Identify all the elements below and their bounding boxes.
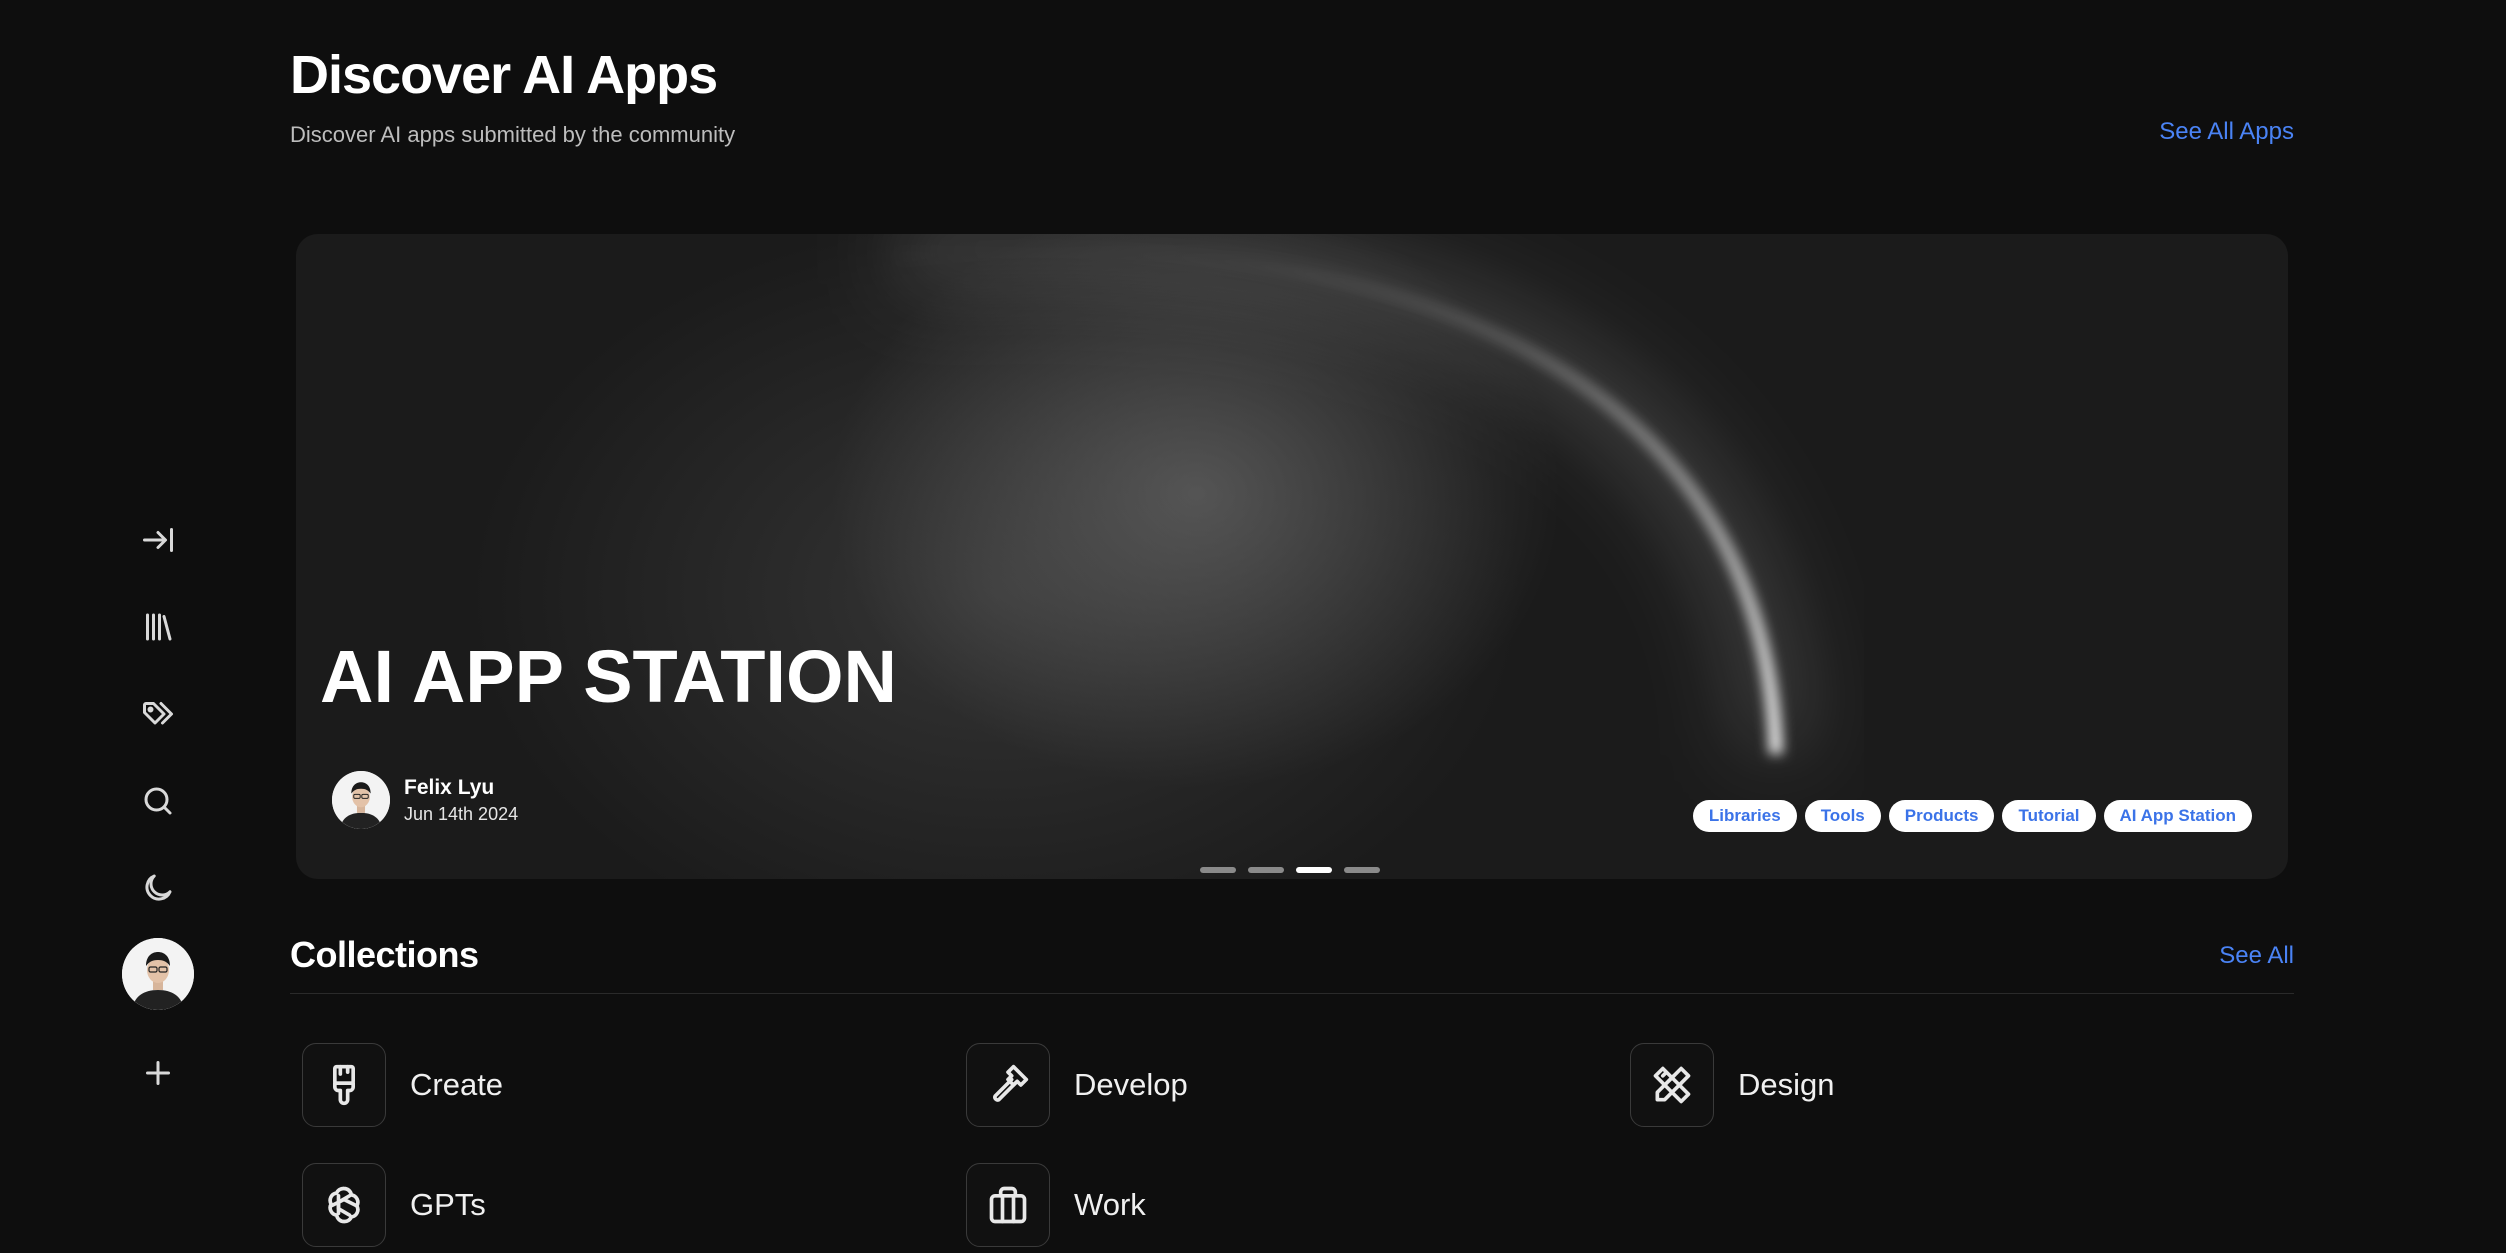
carousel-dot-3[interactable] [1296, 867, 1332, 873]
carousel-dot-4[interactable] [1344, 867, 1380, 873]
user-avatar[interactable] [122, 938, 194, 1010]
search-button[interactable] [128, 771, 188, 831]
search-icon [144, 787, 172, 815]
see-all-collections-link[interactable]: See All [2219, 942, 2294, 970]
briefcase-icon [989, 1186, 1027, 1224]
avatar-portrait [122, 938, 194, 1010]
tag-libraries[interactable]: Libraries [1692, 800, 1797, 832]
collection-design[interactable]: Design [1630, 1043, 1835, 1127]
plus-icon [146, 1061, 170, 1085]
library-button[interactable] [128, 597, 188, 657]
openai-icon [328, 1186, 360, 1224]
tags-icon [143, 702, 173, 725]
tag-tutorial[interactable]: Tutorial [2002, 800, 2096, 832]
collection-icon-box [302, 1043, 386, 1127]
hero-background-art [894, 234, 1811, 755]
divider [290, 993, 2294, 994]
carousel-dot-2[interactable] [1248, 867, 1284, 873]
collection-label: Develop [1074, 1067, 1188, 1102]
carousel-indicators [1200, 867, 1380, 873]
collection-label: Create [410, 1067, 504, 1102]
collection-create[interactable]: Create [302, 1043, 503, 1127]
collections-heading: Collections [290, 934, 479, 975]
page-title: Discover AI Apps [290, 45, 718, 105]
collection-work[interactable]: Work [966, 1163, 1146, 1247]
expand-sidebar-button[interactable] [128, 510, 188, 570]
author-avatar [332, 771, 390, 829]
pencil-ruler-icon [1653, 1066, 1691, 1104]
arrow-right-to-line-icon [143, 528, 173, 552]
tags-button[interactable] [128, 684, 188, 744]
library-icon [146, 613, 172, 641]
tag-tools[interactable]: Tools [1804, 800, 1881, 832]
publish-date: Jun 14th 2024 [404, 803, 519, 824]
author-portrait [332, 771, 390, 829]
collection-icon-box [1630, 1043, 1714, 1127]
carousel-dot-1[interactable] [1200, 867, 1236, 873]
hero-title: AI APP STATION [320, 635, 897, 718]
tag-products[interactable]: Products [1888, 800, 1995, 832]
featured-carousel[interactable]: AI APP STATION Felix Lyu Jun 14th 2024 L… [296, 234, 2288, 879]
collection-label: Design [1738, 1067, 1835, 1102]
page-subtitle: Discover AI apps submitted by the commun… [290, 122, 736, 147]
collection-label: GPTs [410, 1187, 486, 1222]
see-all-apps-link[interactable]: See All Apps [2159, 118, 2294, 146]
collection-icon-box [302, 1163, 386, 1247]
theme-toggle-button[interactable] [128, 858, 188, 918]
author-name: Felix Lyu [404, 775, 495, 799]
paintbrush-icon [333, 1064, 355, 1106]
author-info: Felix Lyu Jun 14th 2024 [332, 771, 518, 829]
sidebar [0, 0, 300, 1253]
add-button[interactable] [128, 1043, 188, 1103]
tag-list: Libraries Tools Products Tutorial AI App… [1692, 800, 2252, 832]
collection-develop[interactable]: Develop [966, 1043, 1188, 1127]
hammer-icon [993, 1064, 1029, 1102]
moon-icon [145, 874, 172, 901]
collection-label: Work [1074, 1187, 1146, 1222]
tag-ai-app-station[interactable]: AI App Station [2103, 800, 2252, 832]
collection-icon-box [966, 1163, 1050, 1247]
collection-gpts[interactable]: GPTs [302, 1163, 486, 1247]
collection-icon-box [966, 1043, 1050, 1127]
